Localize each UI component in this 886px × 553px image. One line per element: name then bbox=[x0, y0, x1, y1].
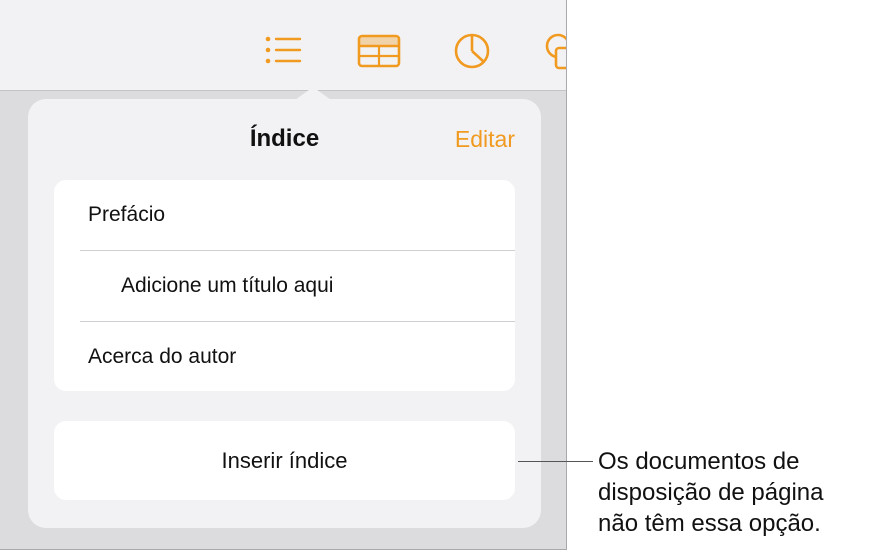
edit-button[interactable]: Editar bbox=[455, 126, 515, 153]
toc-entry-label: Prefácio bbox=[88, 203, 166, 226]
callout-text: Os documentos de disposição de página nã… bbox=[598, 446, 886, 539]
list-item[interactable]: Acerca do autor bbox=[54, 322, 515, 392]
table-of-contents-popover: Índice Editar Prefácio Adicione um títul… bbox=[28, 87, 541, 528]
toc-entry-label: Adicione um título aqui bbox=[121, 274, 334, 297]
list-format-icon[interactable] bbox=[264, 34, 302, 66]
shape-icon[interactable] bbox=[542, 32, 567, 72]
callout-line-3: não têm essa opção. bbox=[598, 510, 821, 537]
toolbar bbox=[0, 0, 566, 91]
list-item[interactable]: Prefácio bbox=[54, 180, 515, 250]
toc-entries-list: Prefácio Adicione um título aqui Acerca … bbox=[54, 180, 515, 391]
table-icon[interactable] bbox=[357, 34, 401, 68]
callout-line-1: Os documentos de bbox=[598, 448, 800, 475]
callout-line-2: disposição de página bbox=[598, 479, 824, 506]
list-item[interactable]: Adicione um título aqui bbox=[54, 251, 515, 321]
insert-toc-label: Inserir índice bbox=[221, 447, 348, 473]
popover-arrow bbox=[295, 87, 331, 100]
callout-line bbox=[518, 461, 593, 462]
toc-entry-label: Acerca do autor bbox=[88, 345, 237, 368]
insert-toc-button[interactable]: Inserir índice bbox=[54, 421, 515, 500]
chart-icon[interactable] bbox=[453, 32, 491, 70]
app-window: Índice Editar Prefácio Adicione um títul… bbox=[0, 0, 567, 550]
